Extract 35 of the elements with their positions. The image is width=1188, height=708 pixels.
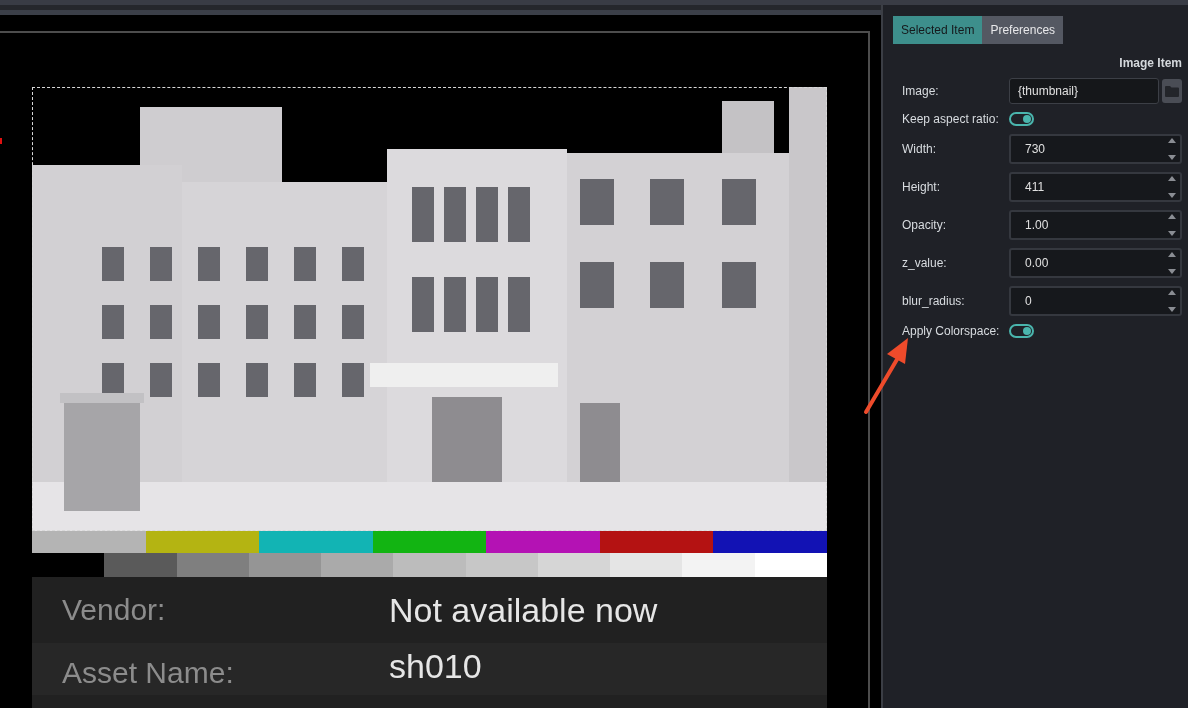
marker-icon	[0, 138, 2, 144]
spin-box[interactable]: 0	[1009, 286, 1182, 316]
field-label: Apply Colorspace:	[902, 324, 1001, 338]
field-label: Keep aspect ratio:	[902, 112, 1000, 126]
toggle-switch[interactable]	[1009, 112, 1034, 126]
spin-down-icon[interactable]	[1168, 307, 1176, 312]
row-value: Not available now	[389, 590, 658, 630]
spin-up-icon[interactable]	[1168, 252, 1176, 257]
spin-down-icon[interactable]	[1168, 269, 1176, 274]
spin-down-icon[interactable]	[1168, 193, 1176, 198]
spin-box[interactable]: 411	[1009, 172, 1182, 202]
row-value: sh010	[389, 646, 482, 686]
toggle-switch[interactable]	[1009, 324, 1034, 338]
field-label: z_value:	[902, 256, 948, 270]
folder-icon	[1165, 85, 1179, 97]
spin-up-icon[interactable]	[1168, 290, 1176, 295]
spin-down-icon[interactable]	[1168, 155, 1176, 160]
field-label: Image:	[902, 84, 940, 98]
spin-up-icon[interactable]	[1168, 176, 1176, 181]
spin-box[interactable]: 0.00	[1009, 248, 1182, 278]
tab[interactable]: Preferences	[982, 16, 1064, 44]
spin-box[interactable]: 730	[1009, 134, 1182, 164]
section-title: Image Item	[1118, 56, 1182, 70]
tab[interactable]: Selected Item	[893, 16, 983, 44]
field-label: Height:	[902, 180, 942, 194]
spin-down-icon[interactable]	[1168, 231, 1176, 236]
field-label: Width:	[902, 142, 937, 156]
spin-box[interactable]: 1.00	[1009, 210, 1182, 240]
file-path-field[interactable]: {thumbnail}	[1009, 78, 1159, 104]
row-label: Asset Name:	[61, 656, 235, 690]
spin-up-icon[interactable]	[1168, 138, 1176, 143]
spin-up-icon[interactable]	[1168, 214, 1176, 219]
field-label: blur_radius:	[902, 294, 966, 308]
row-label: Vendor:	[61, 593, 167, 627]
field-label: Opacity:	[902, 218, 947, 232]
